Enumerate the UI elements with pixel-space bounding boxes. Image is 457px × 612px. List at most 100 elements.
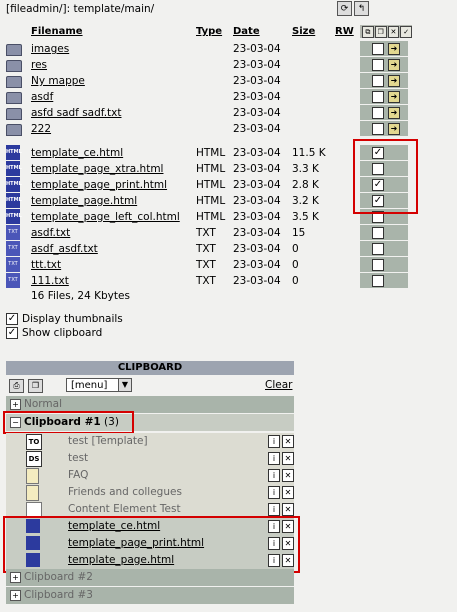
clipboard-toolbar: ⎙ ❐ [menu] ▼ Clear [6,375,294,395]
folder-icon[interactable] [6,124,22,136]
open-arrow-icon[interactable]: ➜ [388,107,400,119]
info-icon[interactable]: i [268,452,280,465]
file-name[interactable]: template_page.html [31,195,137,207]
file-row[interactable]: TXT asdf.txt TXT 23-03-04 15 [0,225,420,241]
folder-icon[interactable] [6,92,22,104]
txt-file-icon[interactable]: TXT [6,273,20,288]
clipboard-menu-select[interactable]: [menu] ▼ [66,378,132,392]
folder-row[interactable]: images 23-03-04 ➜ [0,41,420,57]
folder-row[interactable]: asdf 23-03-04 ➜ [0,89,420,105]
select-checkbox[interactable] [372,123,384,135]
copy-icon[interactable]: ❐ [374,25,387,38]
refresh-icon[interactable]: ⟳ [337,1,352,16]
file-row[interactable]: TXT asdf_asdf.txt TXT 23-03-04 0 [0,241,420,257]
chevron-down-icon: ▼ [118,379,131,391]
remove-icon[interactable]: ✕ [282,486,294,499]
select-checkbox[interactable] [372,259,384,271]
info-icon[interactable]: i [268,469,280,482]
folder-row[interactable]: 222 23-03-04 ➜ [0,121,420,137]
row-controls [360,241,408,256]
select-all-icon[interactable]: ✓ [400,25,412,38]
header-size[interactable]: Size [292,26,315,37]
thumbnails-checkbox[interactable]: ✓ [6,313,18,325]
folder-name[interactable]: asfd sadf sadf.txt [31,107,122,119]
folder-icon[interactable] [6,44,22,56]
file-name[interactable]: asdf.txt [31,227,70,239]
row-controls [360,273,408,288]
folder-name[interactable]: Ny mappe [31,75,85,87]
tab-clipboard-3[interactable]: + Clipboard #3 [6,587,294,604]
paste-icon[interactable]: ⧉ [362,25,374,38]
select-checkbox[interactable] [372,227,384,239]
txt-file-icon[interactable]: TXT [6,241,20,256]
folder-row[interactable]: res 23-03-04 ➜ [0,57,420,73]
open-arrow-icon[interactable]: ➜ [388,43,400,55]
html-file-icon[interactable]: HTML [6,193,22,208]
option-thumbnails[interactable]: ✓ Display thumbnails [6,313,123,325]
file-size: 3.5 K [292,211,319,223]
header-filename[interactable]: Filename [31,26,83,37]
txt-file-icon[interactable]: TXT [6,257,20,272]
up-folder-icon[interactable]: ↰ [354,1,369,16]
info-icon[interactable]: i [268,435,280,448]
folder-icon[interactable] [6,108,22,120]
folder-row[interactable]: asfd sadf sadf.txt 23-03-04 ➜ [0,105,420,121]
folder-name[interactable]: res [31,59,47,71]
copy-elements-icon[interactable]: ❐ [28,379,43,393]
file-name[interactable]: ttt.txt [31,259,61,271]
delete-icon[interactable]: ✕ [387,25,400,38]
select-checkbox[interactable] [372,59,384,71]
html-file-icon[interactable]: HTML [6,209,22,224]
menu-value: [menu] [71,380,108,391]
file-name[interactable]: asdf_asdf.txt [31,243,98,255]
folder-icon[interactable] [6,76,22,88]
header-rw[interactable]: RW [335,26,354,37]
remove-icon[interactable]: ✕ [282,452,294,465]
folder-row[interactable]: Ny mappe 23-03-04 ➜ [0,73,420,89]
file-name[interactable]: template_page_xtra.html [31,163,163,175]
folder-icon[interactable] [6,60,22,72]
open-arrow-icon[interactable]: ➜ [388,91,400,103]
open-arrow-icon[interactable]: ➜ [388,59,400,71]
file-name[interactable]: 111.txt [31,275,69,287]
copy-mode-icon[interactable]: ⎙ [9,379,24,393]
header-date[interactable]: Date [233,26,260,37]
select-checkbox[interactable] [372,107,384,119]
remove-icon[interactable]: ✕ [282,469,294,482]
select-checkbox[interactable] [372,43,384,55]
file-name[interactable]: template_ce.html [31,147,123,159]
html-file-icon[interactable]: HTML [6,177,22,192]
tab-clipboard-3-label: Clipboard #3 [24,589,93,601]
html-file-icon[interactable]: HTML [6,161,22,176]
folder-name[interactable]: images [31,43,69,55]
file-row[interactable]: TXT 111.txt TXT 23-03-04 0 [0,273,420,289]
file-summary: 16 Files, 24 Kbytes [31,290,130,302]
clipboard-checkbox[interactable]: ✓ [6,327,18,339]
file-type: HTML [196,179,226,191]
info-icon[interactable]: i [268,486,280,499]
option-clipboard[interactable]: ✓ Show clipboard [6,327,102,339]
select-checkbox[interactable] [372,75,384,87]
tab-clipboard-2-label: Clipboard #2 [24,571,93,583]
select-checkbox[interactable] [372,243,384,255]
info-icon[interactable]: i [268,503,280,516]
folder-name[interactable]: 222 [31,123,51,135]
clear-link[interactable]: Clear [265,379,292,391]
remove-icon[interactable]: ✕ [282,503,294,516]
open-arrow-icon[interactable]: ➜ [388,75,400,87]
remove-icon[interactable]: ✕ [282,435,294,448]
html-file-icon[interactable]: HTML [6,145,22,160]
header-type[interactable]: Type [196,26,222,37]
select-checkbox[interactable] [372,275,384,287]
open-arrow-icon[interactable]: ➜ [388,123,400,135]
file-row[interactable]: TXT ttt.txt TXT 23-03-04 0 [0,257,420,273]
row-controls [360,41,408,56]
select-checkbox[interactable] [372,91,384,103]
tab-clipboard-2[interactable]: + Clipboard #2 [6,569,294,586]
file-type: TXT [196,227,216,239]
txt-file-icon[interactable]: TXT [6,225,20,240]
folder-name[interactable]: asdf [31,91,53,103]
folder-date: 23-03-04 [233,59,281,71]
file-name[interactable]: template_page_left_col.html [31,211,180,223]
file-name[interactable]: template_page_print.html [31,179,167,191]
